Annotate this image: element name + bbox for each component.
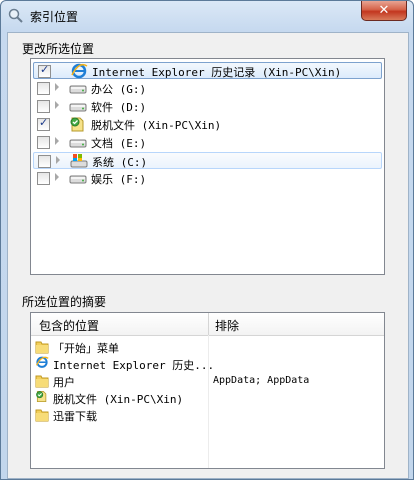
locations-tree[interactable]: Internet Explorer 历史记录 (Xin-PC\Xin) 办公 (G…: [30, 58, 385, 275]
drive-icon: [69, 134, 87, 150]
tree-item-label: 办公 (G:): [91, 83, 147, 96]
tree-item-label: 文档 (E:): [91, 137, 147, 150]
column-separator: [208, 335, 209, 468]
summary-row-label: 「开始」菜单: [53, 342, 119, 355]
change-locations-label: 更改所选位置: [22, 42, 95, 56]
offline-files-icon: [69, 116, 87, 132]
tree-item-label: 系统 (C:): [92, 156, 148, 169]
expand-arrow-icon[interactable]: [55, 137, 59, 145]
location-checkbox[interactable]: [37, 116, 50, 131]
exclusions-column-header[interactable]: 排除: [215, 317, 239, 334]
summary-list[interactable]: 包含的位置 排除 「开始」菜单 Internet Explorer 历史... 用户…: [30, 312, 385, 469]
exclusions-value: AppData; AppData: [213, 375, 310, 386]
location-checkbox[interactable]: [38, 63, 51, 78]
summary-label: 所选位置的摘要: [22, 295, 107, 309]
drive-icon: [69, 80, 87, 96]
system-drive-icon: [70, 153, 88, 169]
summary-row-label: Internet Explorer 历史...: [53, 359, 215, 372]
tree-item[interactable]: 软件 (D:): [33, 98, 382, 115]
title-bar: 索引位置 ✕: [1, 1, 413, 31]
summary-row-label: 脱机文件 (Xin-PC\Xin): [53, 393, 184, 406]
folder-icon: [35, 373, 49, 389]
location-checkbox[interactable]: [37, 172, 50, 185]
location-checkbox[interactable]: [37, 136, 50, 149]
drive-icon: [69, 98, 87, 114]
tree-item-label: 脱机文件 (Xin-PC\Xin): [91, 119, 222, 132]
window-title: 索引位置: [30, 10, 79, 24]
folder-icon: [35, 407, 49, 423]
tree-item-label: 娱乐 (F:): [91, 173, 147, 186]
tree-item[interactable]: Internet Explorer 历史记录 (Xin-PC\Xin): [33, 62, 382, 79]
summary-row-label: 迅雷下载: [53, 410, 97, 423]
close-button[interactable]: ✕: [361, 1, 407, 21]
expand-arrow-icon[interactable]: [55, 173, 59, 181]
location-checkbox[interactable]: [37, 82, 50, 95]
ie-icon: [70, 63, 88, 79]
index-locations-window: 索引位置 ✕ 更改所选位置 Internet Explorer 历史记录 (Xi…: [0, 0, 414, 480]
drive-icon: [69, 170, 87, 186]
search-index-icon: [8, 8, 23, 23]
column-divider[interactable]: [208, 313, 209, 335]
summary-row-label: 用户: [53, 376, 75, 389]
expand-arrow-icon[interactable]: [55, 83, 59, 91]
offline-files-icon: [35, 390, 49, 406]
expand-arrow-icon[interactable]: [56, 156, 60, 164]
tree-item[interactable]: 娱乐 (F:): [33, 170, 382, 187]
tree-item-label: Internet Explorer 历史记录 (Xin-PC\Xin): [92, 66, 342, 79]
included-locations-column-header[interactable]: 包含的位置: [39, 317, 99, 334]
summary-header: 包含的位置 排除: [31, 313, 384, 336]
location-checkbox[interactable]: [38, 155, 51, 168]
tree-item-label: 软件 (D:): [91, 101, 147, 114]
expand-arrow-icon[interactable]: [55, 101, 59, 109]
folder-icon: [35, 339, 49, 355]
tree-item[interactable]: 办公 (G:): [33, 80, 382, 97]
location-checkbox[interactable]: [37, 100, 50, 113]
tree-item[interactable]: 系统 (C:): [33, 152, 382, 169]
tree-item[interactable]: 文档 (E:): [33, 134, 382, 151]
tree-item[interactable]: 脱机文件 (Xin-PC\Xin): [33, 116, 382, 133]
ie-icon: [35, 356, 49, 372]
